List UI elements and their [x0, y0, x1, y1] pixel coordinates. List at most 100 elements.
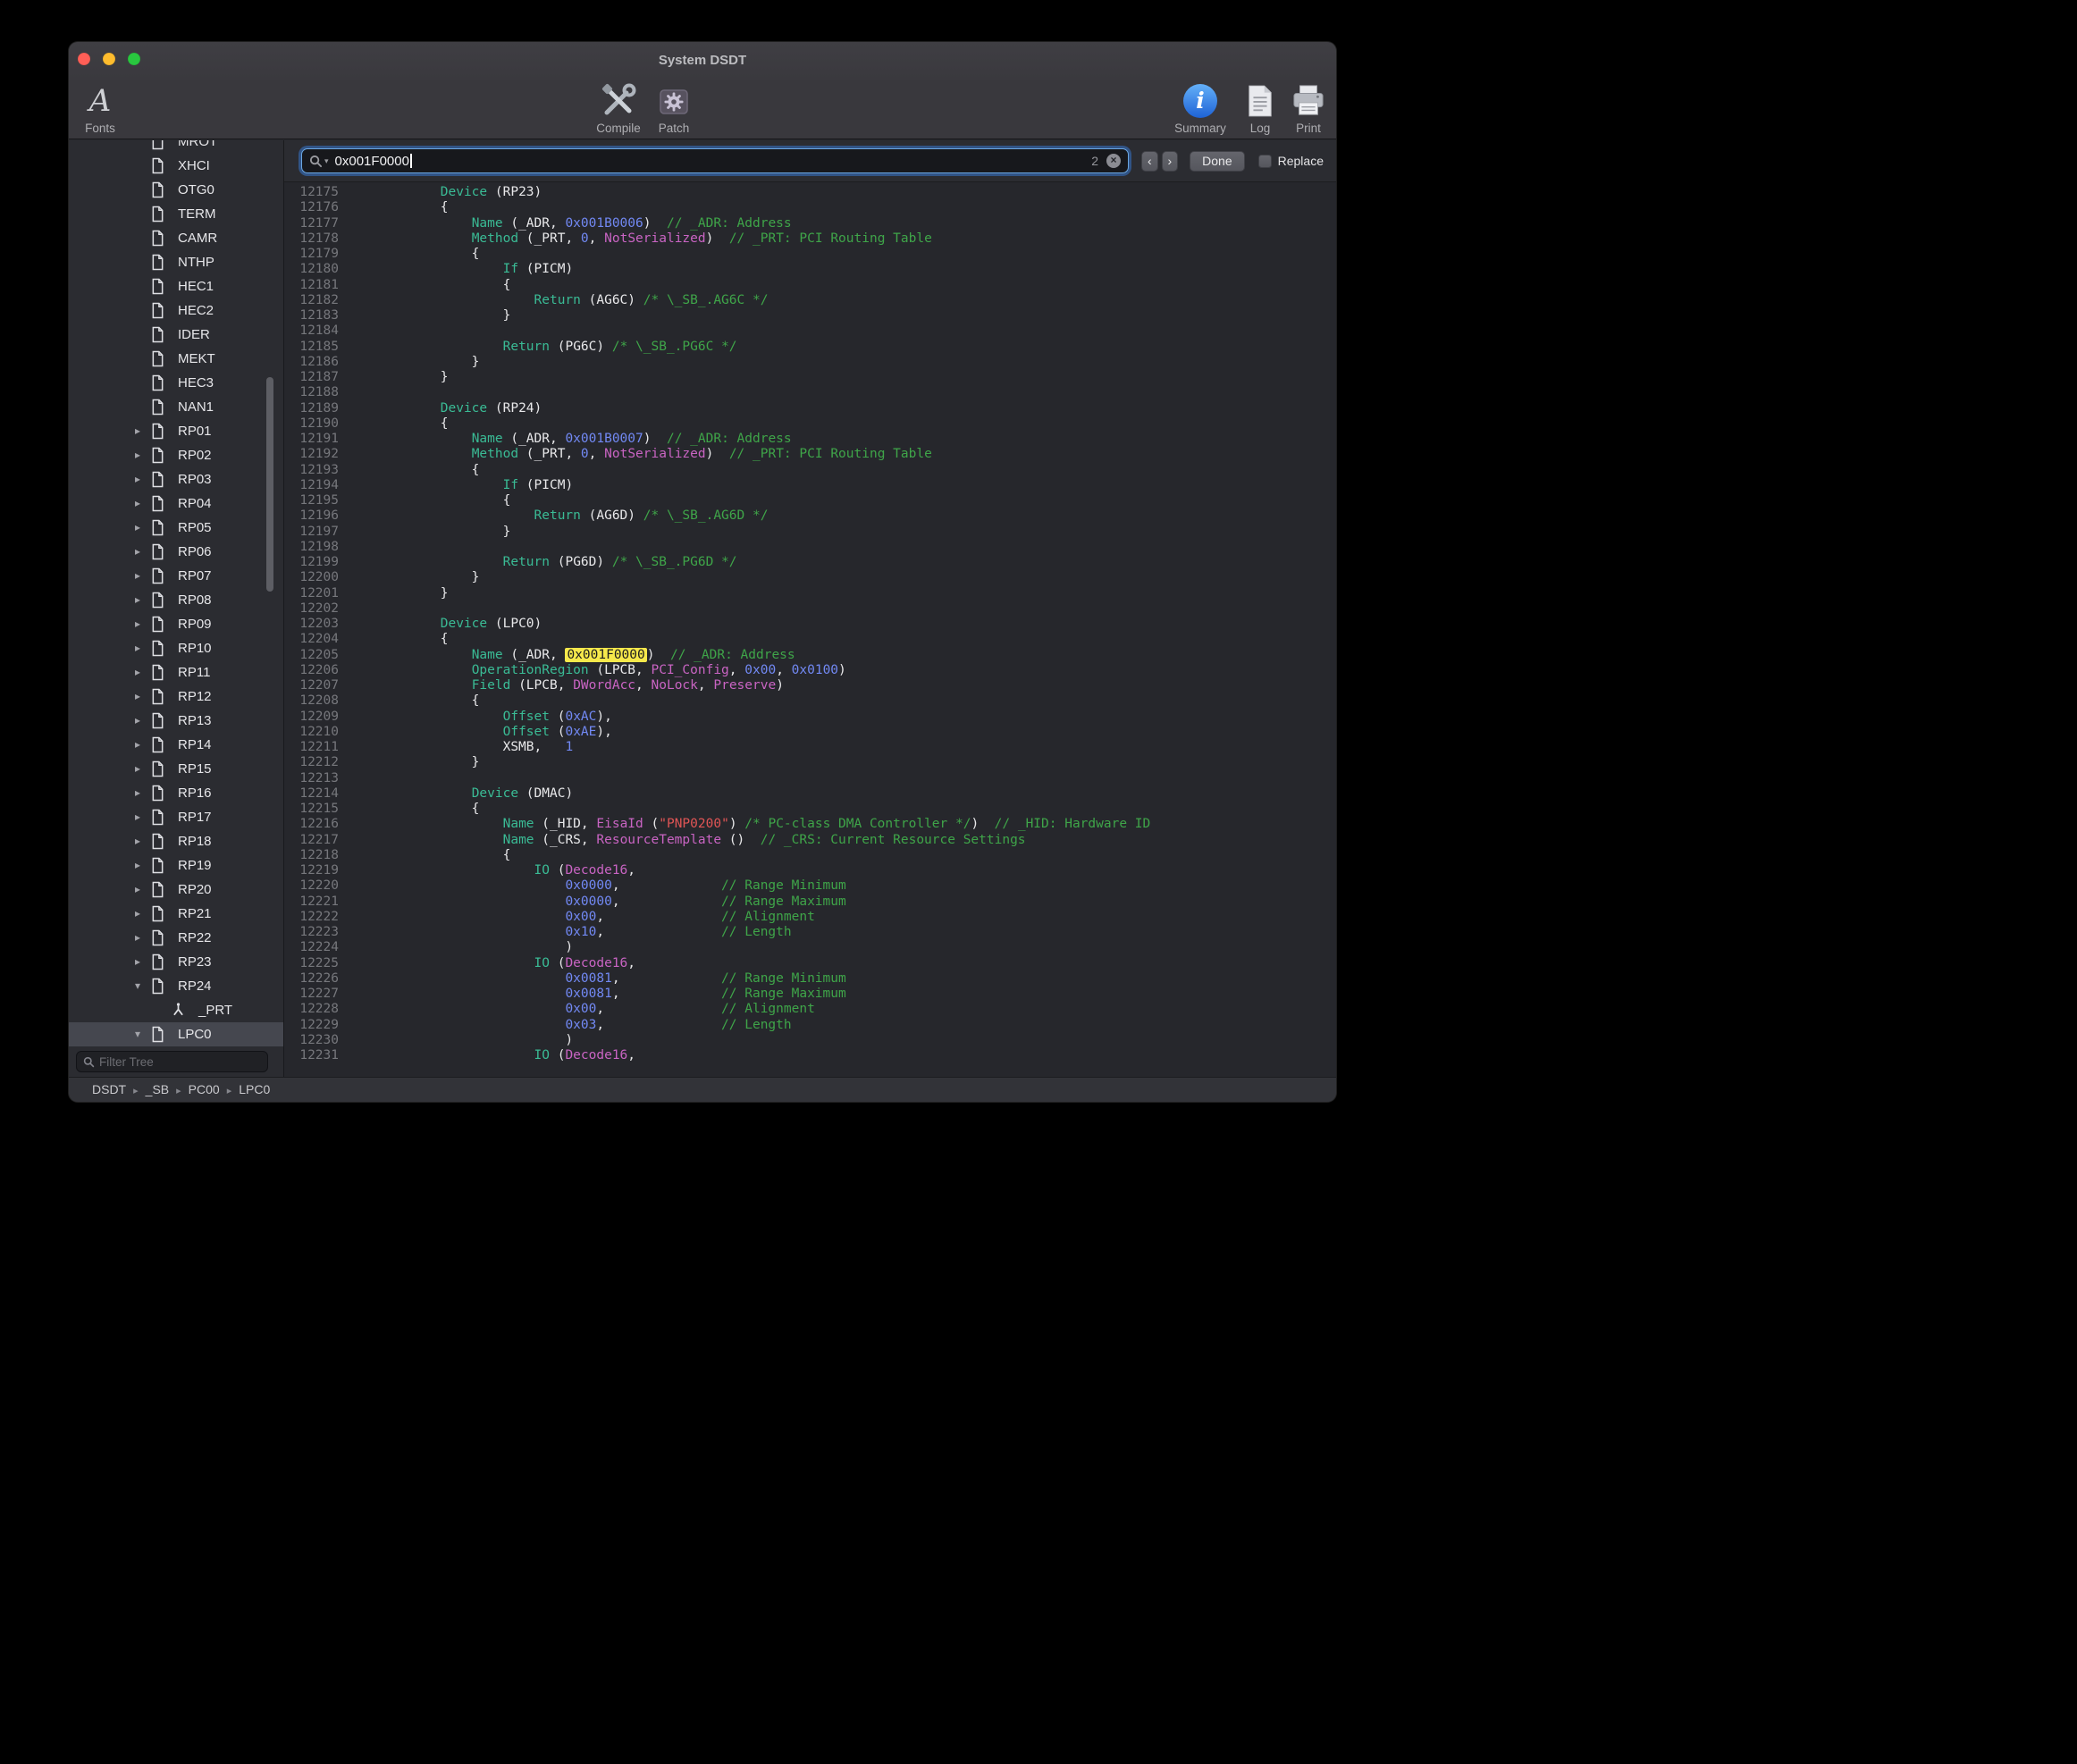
code-line[interactable]: 12203 Device (LPC0) — [284, 617, 1336, 632]
sidebar-item-rp08[interactable]: ▸RP08 — [69, 588, 283, 612]
code-line[interactable]: 12196 Return (AG6D) /* \_SB_.AG6D */ — [284, 508, 1336, 524]
sidebar-item-rp13[interactable]: ▸RP13 — [69, 709, 283, 733]
sidebar-item-rp24[interactable]: ▾RP24 — [69, 974, 283, 998]
sidebar-item-rp18[interactable]: ▸RP18 — [69, 829, 283, 853]
code-line[interactable]: 12189 Device (RP24) — [284, 401, 1336, 416]
code-line[interactable]: 12190 { — [284, 416, 1336, 432]
disclosure-collapsed-icon[interactable]: ▸ — [135, 950, 151, 974]
sidebar-item-nan1[interactable]: NAN1 — [69, 395, 283, 419]
clear-search-button[interactable]: × — [1106, 154, 1121, 168]
code-line[interactable]: 12179 { — [284, 247, 1336, 262]
disclosure-collapsed-icon[interactable]: ▸ — [135, 805, 151, 829]
code-line[interactable]: 12191 Name (_ADR, 0x001B0007) // _ADR: A… — [284, 432, 1336, 447]
code-line[interactable]: 12202 — [284, 601, 1336, 617]
sidebar-item-rp07[interactable]: ▸RP07 — [69, 564, 283, 588]
disclosure-collapsed-icon[interactable]: ▸ — [135, 829, 151, 853]
code-line[interactable]: 12188 — [284, 385, 1336, 400]
code-line[interactable]: 12205 Name (_ADR, 0x001F0000) // _ADR: A… — [284, 648, 1336, 663]
code-line[interactable]: 12177 Name (_ADR, 0x001B0006) // _ADR: A… — [284, 216, 1336, 231]
disclosure-collapsed-icon[interactable]: ▸ — [135, 902, 151, 926]
fonts-button[interactable]: A Fonts — [71, 81, 129, 135]
disclosure-collapsed-icon[interactable]: ▸ — [135, 685, 151, 709]
filter-input[interactable] — [99, 1055, 261, 1069]
code-line[interactable]: 12195 { — [284, 493, 1336, 508]
sidebar-item-rp10[interactable]: ▸RP10 — [69, 636, 283, 660]
disclosure-collapsed-icon[interactable]: ▸ — [135, 853, 151, 878]
code-line[interactable]: 12223 0x10, // Length — [284, 925, 1336, 940]
disclosure-collapsed-icon[interactable]: ▸ — [135, 612, 151, 636]
sidebar-item-rp14[interactable]: ▸RP14 — [69, 733, 283, 757]
sidebar-item-rp09[interactable]: ▸RP09 — [69, 612, 283, 636]
code-line[interactable]: 12180 If (PICM) — [284, 262, 1336, 277]
disclosure-collapsed-icon[interactable]: ▸ — [135, 709, 151, 733]
sidebar-item-rp17[interactable]: ▸RP17 — [69, 805, 283, 829]
disclosure-collapsed-icon[interactable]: ▸ — [135, 878, 151, 902]
close-button[interactable] — [78, 53, 90, 65]
code-line[interactable]: 12228 0x00, // Alignment — [284, 1002, 1336, 1017]
code-line[interactable]: 12199 Return (PG6D) /* \_SB_.PG6D */ — [284, 555, 1336, 570]
code-line[interactable]: 12185 Return (PG6C) /* \_SB_.PG6C */ — [284, 340, 1336, 355]
code-line[interactable]: 12213 — [284, 771, 1336, 786]
code-line[interactable]: 12206 OperationRegion (LPCB, PCI_Config,… — [284, 663, 1336, 678]
titlebar[interactable]: System DSDT — [69, 42, 1336, 80]
code-line[interactable]: 12182 Return (AG6C) /* \_SB_.AG6C */ — [284, 293, 1336, 308]
sidebar-item-rp05[interactable]: ▸RP05 — [69, 516, 283, 540]
sidebar-item-rp04[interactable]: ▸RP04 — [69, 491, 283, 516]
sidebar-item-lpc0[interactable]: ▾LPC0 — [69, 1022, 283, 1046]
sidebar-item-rp03[interactable]: ▸RP03 — [69, 467, 283, 491]
sidebar-item-term[interactable]: TERM — [69, 202, 283, 226]
code-line[interactable]: 12229 0x03, // Length — [284, 1018, 1336, 1033]
disclosure-collapsed-icon[interactable]: ▸ — [135, 660, 151, 685]
sidebar-item-rp06[interactable]: ▸RP06 — [69, 540, 283, 564]
code-line[interactable]: 12181 { — [284, 278, 1336, 293]
sidebar-item-xhci[interactable]: XHCI — [69, 154, 283, 178]
disclosure-collapsed-icon[interactable]: ▸ — [135, 733, 151, 757]
done-button[interactable]: Done — [1190, 151, 1244, 172]
sidebar-scrollbar[interactable] — [266, 377, 273, 592]
code-line[interactable]: 12225 IO (Decode16, — [284, 956, 1336, 971]
print-button[interactable]: Print — [1280, 81, 1336, 135]
code-line[interactable]: 12231 IO (Decode16, — [284, 1048, 1336, 1063]
sidebar-item-hec1[interactable]: HEC1 — [69, 274, 283, 298]
code-line[interactable]: 12226 0x0081, // Range Minimum — [284, 971, 1336, 987]
sidebar-item-_prt[interactable]: _PRT — [69, 998, 283, 1022]
sidebar-item-rp01[interactable]: ▸RP01 — [69, 419, 283, 443]
zoom-button[interactable] — [128, 53, 140, 65]
disclosure-collapsed-icon[interactable]: ▸ — [135, 636, 151, 660]
sidebar-item-hec2[interactable]: HEC2 — [69, 298, 283, 323]
code-line[interactable]: 12222 0x00, // Alignment — [284, 910, 1336, 925]
breadcrumb-item[interactable]: DSDT — [92, 1082, 126, 1096]
sidebar-item-hec3[interactable]: HEC3 — [69, 371, 283, 395]
disclosure-collapsed-icon[interactable]: ▸ — [135, 781, 151, 805]
code-line[interactable]: 12176 { — [284, 200, 1336, 215]
replace-checkbox[interactable] — [1258, 155, 1272, 168]
code-line[interactable]: 12184 — [284, 323, 1336, 339]
code-line[interactable]: 12218 { — [284, 848, 1336, 863]
code-line[interactable]: 12204 { — [284, 632, 1336, 647]
code-line[interactable]: 12216 Name (_HID, EisaId ("PNP0200") /* … — [284, 817, 1336, 832]
code-line[interactable]: 12217 Name (_CRS, ResourceTemplate () //… — [284, 833, 1336, 848]
code-line[interactable]: 12224 ) — [284, 940, 1336, 955]
sidebar-item-mrot[interactable]: MROT — [69, 140, 283, 154]
code-line[interactable]: 12193 { — [284, 463, 1336, 478]
code-line[interactable]: 12178 Method (_PRT, 0, NotSerialized) //… — [284, 231, 1336, 247]
search-input[interactable]: ▾ 0x001F0000 2 × — [301, 148, 1129, 173]
code-line[interactable]: 12210 Offset (0xAE), — [284, 725, 1336, 740]
sidebar-item-rp22[interactable]: ▸RP22 — [69, 926, 283, 950]
disclosure-collapsed-icon[interactable]: ▸ — [135, 564, 151, 588]
breadcrumb-item[interactable]: LPC0 — [239, 1082, 270, 1096]
code-editor[interactable]: 12175 Device (RP23)12176 {12177 Name (_A… — [284, 182, 1336, 1077]
sidebar-item-rp16[interactable]: ▸RP16 — [69, 781, 283, 805]
code-line[interactable]: 12207 Field (LPCB, DWordAcc, NoLock, Pre… — [284, 678, 1336, 693]
code-line[interactable]: 12221 0x0000, // Range Maximum — [284, 895, 1336, 910]
disclosure-collapsed-icon[interactable]: ▸ — [135, 588, 151, 612]
code-line[interactable]: 12175 Device (RP23) — [284, 185, 1336, 200]
code-line[interactable]: 12194 If (PICM) — [284, 478, 1336, 493]
breadcrumb-item[interactable]: PC00 — [189, 1082, 220, 1096]
sidebar-item-mekt[interactable]: MEKT — [69, 347, 283, 371]
disclosure-expanded-icon[interactable]: ▾ — [135, 1022, 151, 1046]
code-line[interactable]: 12186 } — [284, 355, 1336, 370]
code-line[interactable]: 12201 } — [284, 586, 1336, 601]
disclosure-expanded-icon[interactable]: ▾ — [135, 974, 151, 998]
summary-button[interactable]: i Summary — [1172, 81, 1229, 135]
